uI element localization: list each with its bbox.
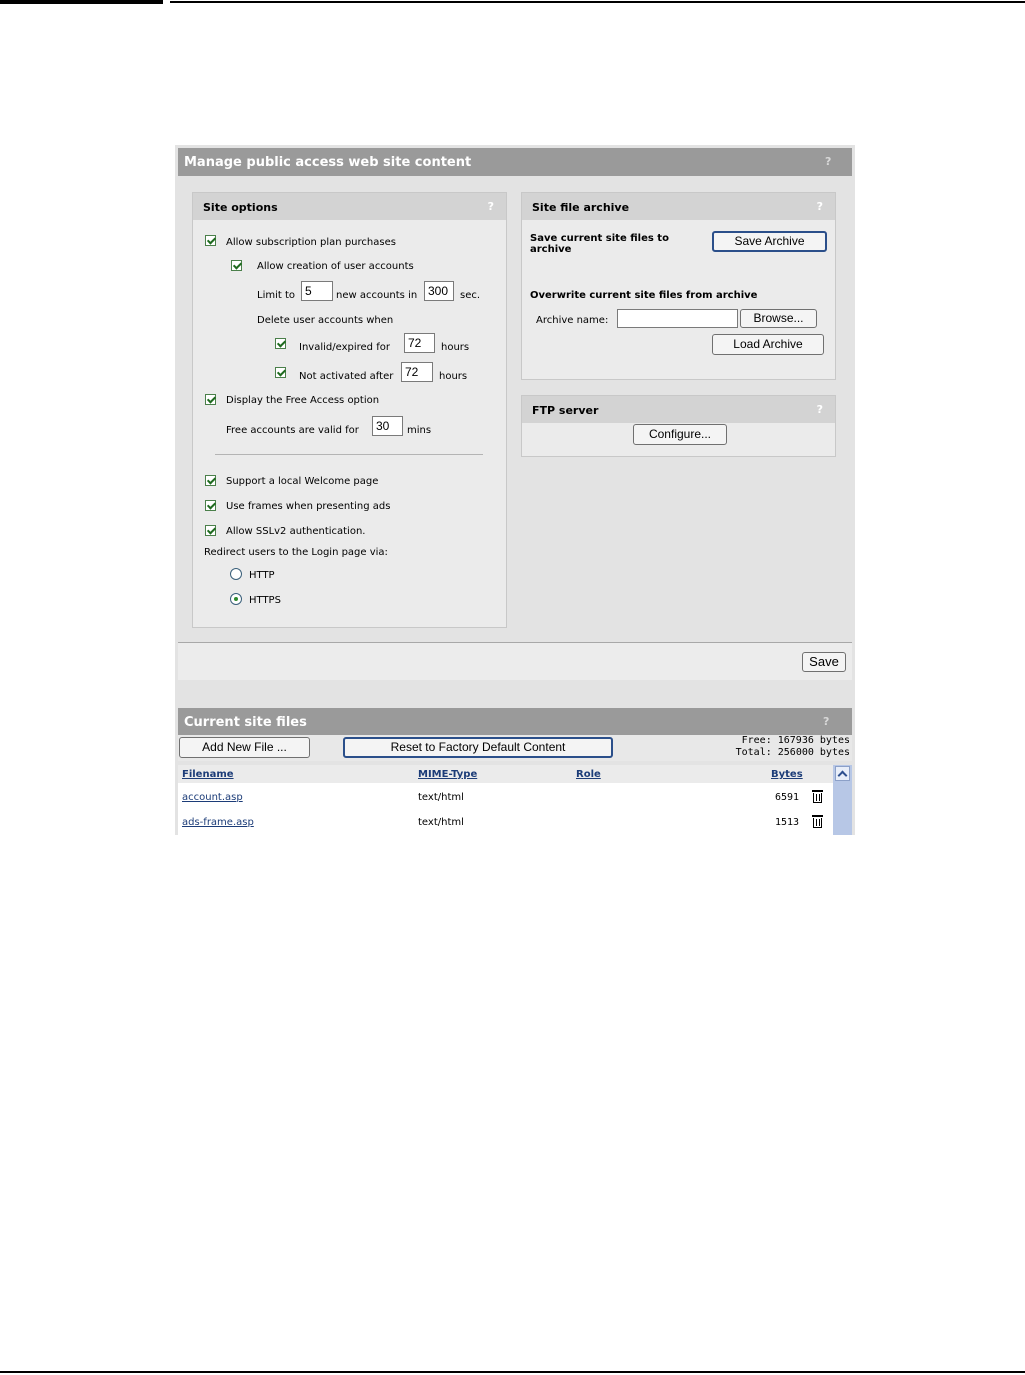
save-current-label: Save current site files to archive bbox=[530, 233, 669, 255]
save-archive-button[interactable]: Save Archive bbox=[712, 231, 827, 252]
header-rule-left bbox=[0, 0, 163, 4]
invalid-hours-input[interactable]: 72 bbox=[404, 333, 435, 353]
hours-label: hours bbox=[441, 342, 470, 353]
https-radio[interactable] bbox=[230, 593, 242, 605]
mime-cell: text/html bbox=[418, 792, 464, 803]
trash-icon[interactable] bbox=[812, 815, 823, 828]
allow-subscription-checkbox[interactable] bbox=[205, 235, 216, 246]
new-accounts-label: new accounts in bbox=[336, 290, 418, 301]
delete-when-label: Delete user accounts when bbox=[257, 315, 394, 326]
ftp-server-panel: FTP server ? Configure... bbox=[521, 395, 836, 457]
use-frames-checkbox[interactable] bbox=[205, 500, 216, 511]
site-archive-title: Site file archive bbox=[532, 201, 630, 214]
site-archive-header: Site file archive ? bbox=[522, 193, 835, 220]
local-welcome-label: Support a local Welcome page bbox=[226, 476, 379, 487]
allow-creation-label: Allow creation of user accounts bbox=[257, 261, 414, 272]
site-options-header: Site options ? bbox=[193, 193, 506, 220]
http-radio[interactable] bbox=[230, 568, 242, 580]
not-activated-checkbox[interactable] bbox=[275, 367, 286, 378]
ftp-server-title: FTP server bbox=[532, 404, 599, 417]
current-files-titlebar: Current site files ? bbox=[178, 708, 852, 735]
browse-button[interactable]: Browse... bbox=[740, 309, 817, 328]
files-table: Filename MIME-Type Role Bytes account.as… bbox=[178, 765, 833, 835]
filename-column-header[interactable]: Filename bbox=[182, 769, 234, 780]
free-mins-input[interactable]: 30 bbox=[372, 416, 403, 436]
http-label: HTTP bbox=[249, 570, 275, 581]
help-icon[interactable]: ? bbox=[825, 148, 831, 176]
footer-rule bbox=[0, 1371, 1025, 1373]
free-valid-label: Free accounts are valid for bbox=[226, 425, 359, 436]
use-frames-label: Use frames when presenting ads bbox=[226, 501, 391, 512]
divider bbox=[215, 454, 483, 455]
https-label: HTTPS bbox=[249, 595, 281, 606]
help-icon[interactable]: ? bbox=[823, 708, 829, 735]
window-title: Manage public access web site content bbox=[184, 155, 472, 170]
allow-creation-checkbox[interactable] bbox=[231, 260, 242, 271]
local-welcome-checkbox[interactable] bbox=[205, 475, 216, 486]
invalid-expired-label: Invalid/expired for bbox=[299, 342, 390, 353]
screenshot-frame: Manage public access web site content ? … bbox=[175, 145, 855, 835]
hours-label: hours bbox=[439, 371, 468, 382]
bytes-cell: 6591 bbox=[775, 792, 800, 803]
overwrite-label: Overwrite current site files from archiv… bbox=[530, 290, 758, 301]
sec-label: sec. bbox=[460, 290, 481, 301]
mins-label: mins bbox=[407, 425, 432, 436]
window-titlebar: Manage public access web site content ? bbox=[178, 148, 852, 176]
filename-link[interactable]: account.asp bbox=[182, 792, 243, 803]
allow-sslv2-label: Allow SSLv2 authentication. bbox=[226, 526, 366, 537]
free-space-info: Free: 167936 bytes Total: 256000 bytes bbox=[736, 735, 850, 759]
files-toolbar: Add New File ... Reset to Factory Defaul… bbox=[178, 735, 852, 761]
add-new-file-button[interactable]: Add New File ... bbox=[179, 737, 310, 758]
site-options-panel: Site options ? Allow subscription plan p… bbox=[192, 192, 507, 628]
trash-icon[interactable] bbox=[812, 790, 823, 803]
free-bytes: Free: 167936 bytes bbox=[741, 735, 850, 746]
help-icon[interactable]: ? bbox=[817, 396, 823, 423]
bytes-cell: 1513 bbox=[775, 817, 800, 828]
mime-cell: text/html bbox=[418, 817, 464, 828]
mime-column-header[interactable]: MIME-Type bbox=[418, 769, 477, 780]
role-column-header[interactable]: Role bbox=[576, 769, 601, 780]
redirect-label: Redirect users to the Login page via: bbox=[204, 547, 388, 558]
bytes-column-header[interactable]: Bytes bbox=[771, 769, 803, 780]
archive-name-input[interactable] bbox=[617, 309, 738, 328]
save-bar: Save bbox=[178, 642, 852, 680]
allow-subscription-label: Allow subscription plan purchases bbox=[226, 237, 396, 248]
allow-sslv2-checkbox[interactable] bbox=[205, 525, 216, 536]
limit-to-label: Limit to bbox=[257, 290, 296, 301]
not-activated-hours-input[interactable]: 72 bbox=[401, 362, 433, 382]
scroll-up-icon[interactable] bbox=[835, 766, 850, 781]
help-icon[interactable]: ? bbox=[488, 193, 494, 220]
current-files-title: Current site files bbox=[184, 715, 307, 730]
display-free-label: Display the Free Access option bbox=[226, 395, 380, 406]
help-icon[interactable]: ? bbox=[817, 193, 823, 220]
filename-link[interactable]: ads-frame.asp bbox=[182, 817, 254, 828]
site-options-title: Site options bbox=[203, 201, 278, 214]
configure-button[interactable]: Configure... bbox=[633, 424, 727, 445]
archive-name-label: Archive name: bbox=[536, 315, 609, 326]
site-archive-panel: Site file archive ? Save current site fi… bbox=[521, 192, 836, 380]
header-rule-right bbox=[170, 1, 1025, 3]
ftp-server-header: FTP server ? bbox=[522, 396, 835, 423]
limit-accounts-input[interactable]: 5 bbox=[301, 281, 333, 301]
total-bytes: Total: 256000 bytes bbox=[735, 747, 850, 758]
limit-seconds-input[interactable]: 300 bbox=[424, 281, 454, 301]
invalid-expired-checkbox[interactable] bbox=[275, 338, 286, 349]
reset-factory-button[interactable]: Reset to Factory Default Content bbox=[343, 737, 613, 758]
not-activated-label: Not activated after bbox=[299, 371, 394, 382]
load-archive-button[interactable]: Load Archive bbox=[712, 334, 824, 355]
files-table-header: Filename MIME-Type Role Bytes bbox=[178, 765, 833, 783]
display-free-checkbox[interactable] bbox=[205, 394, 216, 405]
save-button[interactable]: Save bbox=[802, 652, 846, 672]
files-scrollbar[interactable] bbox=[833, 765, 852, 835]
